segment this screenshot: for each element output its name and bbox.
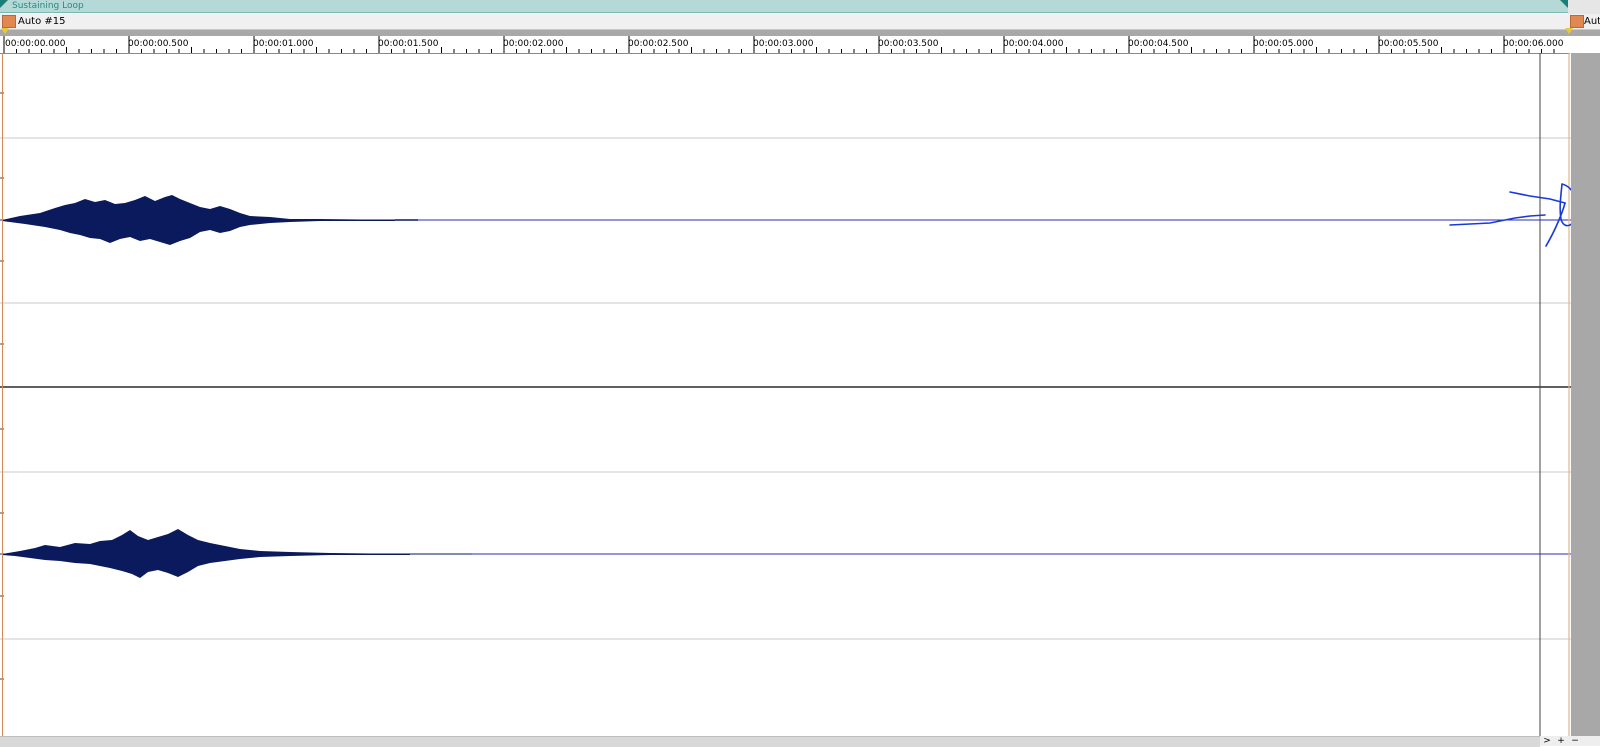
ruler-tick-label: 00:00:05.000 [1253, 39, 1314, 49]
vertical-scrollbar[interactable] [1571, 53, 1600, 736]
marker-flag-icon[interactable] [2, 15, 16, 28]
ruler-tick-label: 00:00:01.500 [378, 39, 439, 49]
ruler-tick-label: 00:00:03.500 [878, 39, 939, 49]
ruler-tick-label: 00:00:06.000 [1503, 39, 1564, 49]
marker-bar[interactable]: Auto #15 Aut [0, 14, 1600, 30]
waveform-area[interactable] [0, 53, 1571, 736]
ruler-tick-label: 00:00:03.000 [753, 39, 814, 49]
cursor-start-icon [1, 28, 9, 34]
ruler-tick-label: 00:00:05.500 [1378, 39, 1439, 49]
loop-end-handle-icon[interactable] [1560, 0, 1568, 8]
sustaining-loop-region[interactable]: Sustaining Loop [0, 0, 1568, 13]
zoom-controls: > + − [1540, 736, 1600, 746]
time-ruler[interactable]: 00:00:00.000 00:00:00.500 00:00:01.000 0… [0, 36, 1570, 54]
horizontal-scrollbar[interactable] [0, 736, 1540, 747]
scroll-right-button[interactable]: > [1540, 736, 1554, 746]
ruler-tick-label: 00:00:02.000 [503, 39, 564, 49]
loop-region-label: Sustaining Loop [12, 1, 84, 11]
cursor-end-icon [1565, 28, 1573, 34]
ruler-tick-label: 00:00:00.500 [128, 39, 189, 49]
marker-label: Aut [1584, 16, 1600, 27]
ruler-tick-label: 00:00:01.000 [253, 39, 314, 49]
hand-drawn-annotation [1449, 183, 1571, 247]
start-marker-line[interactable] [2, 53, 3, 736]
channel-1-waveform [2, 195, 395, 245]
marker-label: Auto #15 [18, 16, 66, 27]
ruler-tick-label: 00:00:00.000 [5, 39, 66, 49]
marker-flag-icon[interactable] [1570, 15, 1584, 28]
zoom-out-button[interactable]: − [1568, 736, 1582, 746]
channel-2-waveform [2, 529, 410, 578]
top-right-corner [1568, 0, 1600, 15]
loop-start-handle-icon[interactable] [0, 0, 8, 8]
ruler-tick-label: 00:00:04.000 [1003, 39, 1064, 49]
ruler-tick-label: 00:00:02.500 [628, 39, 689, 49]
ruler-tick-label: 00:00:04.500 [1128, 39, 1189, 49]
zoom-in-button[interactable]: + [1554, 736, 1568, 746]
